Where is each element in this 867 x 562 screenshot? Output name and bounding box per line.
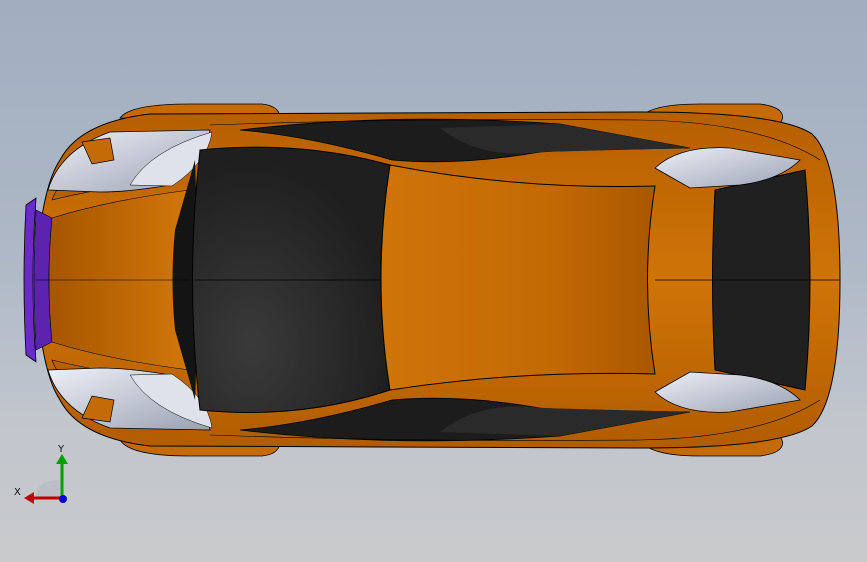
graphics-viewport[interactable]: Y X xyxy=(0,0,867,562)
y-axis-arrow xyxy=(56,454,68,464)
roof xyxy=(380,164,656,391)
car-model[interactable] xyxy=(0,0,867,562)
coordinate-triad: Y X xyxy=(14,444,68,504)
z-axis xyxy=(59,495,67,503)
x-axis-arrow xyxy=(24,492,34,504)
x-axis-label: X xyxy=(14,487,21,498)
y-axis-label: Y xyxy=(57,444,65,455)
